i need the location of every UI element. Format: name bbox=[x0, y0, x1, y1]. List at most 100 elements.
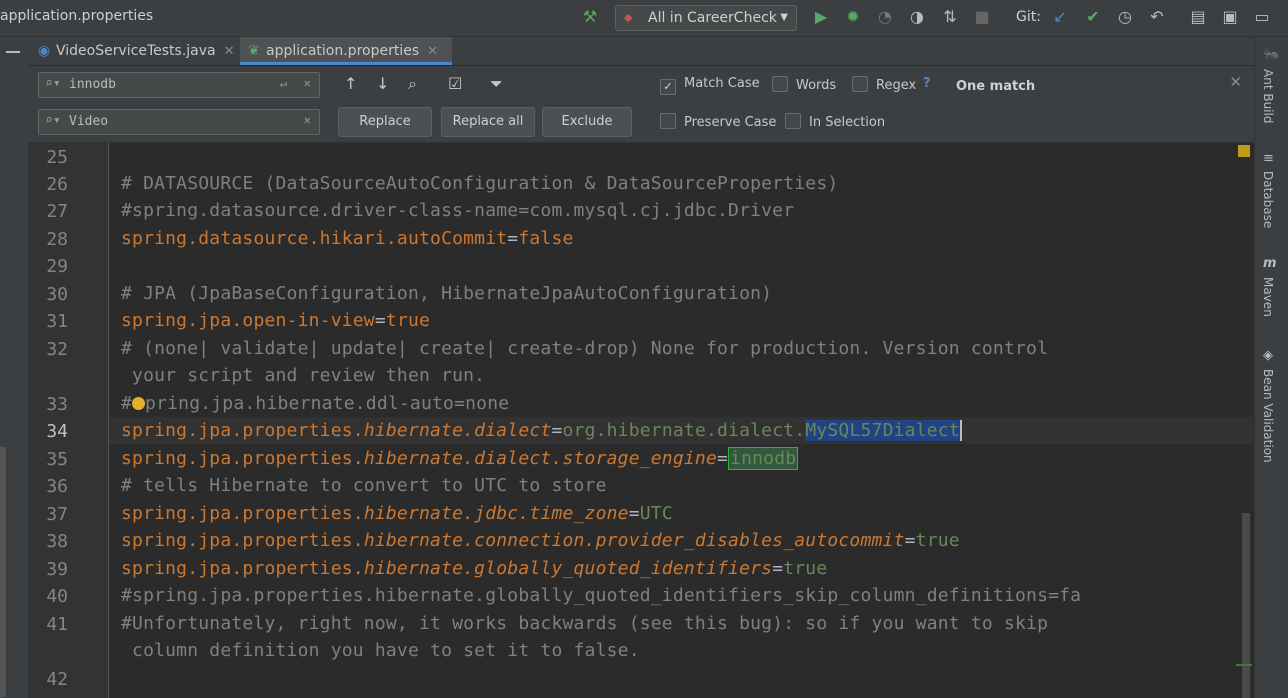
search-result-marker bbox=[1236, 664, 1252, 666]
scroll-indicator bbox=[0, 447, 6, 697]
clear-icon[interactable]: ✕ bbox=[304, 76, 311, 90]
main-toolbar: application.properties ⚒ ◆ All in Career… bbox=[0, 0, 1288, 37]
code-line: spring.datasource.hikari.autoCommit=fals… bbox=[121, 228, 574, 249]
close-icon[interactable]: ✕ bbox=[1229, 73, 1242, 91]
select-all-occurrences-icon[interactable]: ☑ bbox=[448, 74, 462, 93]
line-number: 41 bbox=[32, 614, 68, 635]
match-status: One match bbox=[956, 79, 1035, 94]
previous-occurrence-icon[interactable]: ↑ bbox=[344, 74, 357, 93]
search-icon: ⌕▾ bbox=[45, 76, 61, 91]
tab-label: VideoServiceTests.java bbox=[56, 43, 216, 59]
line-number: 38 bbox=[32, 531, 68, 552]
match-case-label: Match Case bbox=[684, 76, 760, 91]
code-line: #pring.jpa.hibernate.ddl-auto=none bbox=[121, 393, 509, 414]
line-number: 37 bbox=[32, 504, 68, 525]
tab-video-service-tests[interactable]: ◉VideoServiceTests.java ✕ bbox=[36, 37, 236, 65]
checkbox-icon bbox=[785, 113, 801, 129]
code-line-wrap: your script and review then run. bbox=[121, 365, 485, 386]
close-icon[interactable]: ✕ bbox=[224, 44, 235, 59]
next-occurrence-icon[interactable]: ↓ bbox=[376, 74, 389, 93]
regex-label: Regex bbox=[876, 78, 916, 93]
sdk-icon[interactable]: ▣ bbox=[1220, 7, 1240, 27]
build-icon[interactable]: ⇅ bbox=[940, 7, 960, 27]
collapse-icon[interactable] bbox=[6, 51, 20, 53]
clear-icon[interactable]: ✕ bbox=[304, 113, 311, 127]
bean-icon: ◈ bbox=[1263, 348, 1273, 363]
terminal-icon[interactable]: ▭ bbox=[1252, 7, 1272, 27]
selected-text: MySQL57Dialect bbox=[805, 420, 960, 441]
database-tool[interactable]: Database bbox=[1261, 171, 1275, 228]
coverage-icon[interactable]: ◔ bbox=[875, 7, 895, 27]
line-number: 28 bbox=[32, 229, 68, 250]
tab-application-properties[interactable]: ❦application.properties✕ bbox=[240, 37, 452, 65]
preserve-case-label: Preserve Case bbox=[684, 115, 776, 130]
checkbox-icon bbox=[772, 76, 788, 92]
regex-checkbox[interactable]: Regex bbox=[852, 76, 916, 93]
java-class-icon: ◉ bbox=[36, 37, 52, 65]
git-commit-icon[interactable]: ✔ bbox=[1083, 7, 1103, 27]
maven-icon: m bbox=[1263, 256, 1277, 271]
run-configuration-select[interactable]: ◆ All in CareerCheck ▼ bbox=[615, 5, 797, 31]
search-match: innodb bbox=[728, 447, 798, 470]
ant-build-tool[interactable]: Ant Build bbox=[1261, 69, 1275, 123]
project-structure-icon[interactable]: ▤ bbox=[1188, 7, 1208, 27]
close-icon[interactable]: ✕ bbox=[427, 44, 438, 59]
hammer-icon[interactable]: ⚒ bbox=[580, 7, 600, 27]
search-input[interactable]: ⌕▾ innodb ↵ ✕ bbox=[38, 72, 320, 98]
replace-value: Video bbox=[69, 114, 108, 129]
code-line-wrap: column definition you have to set it to … bbox=[121, 640, 640, 661]
stop-icon[interactable]: ■ bbox=[972, 7, 992, 27]
ant-icon: 🐜 bbox=[1263, 47, 1279, 62]
code-line: # DATASOURCE (DataSourceAutoConfiguratio… bbox=[121, 173, 838, 194]
code-line: # (none| validate| update| create| creat… bbox=[121, 338, 1048, 359]
lightbulb-icon[interactable] bbox=[132, 397, 145, 410]
vertical-scrollbar[interactable] bbox=[1242, 513, 1250, 698]
replace-button[interactable]: Replace bbox=[338, 107, 432, 137]
text-cursor bbox=[960, 420, 962, 441]
right-tool-strip: 🐜 Ant Build ≡ Database m Maven ◈ Bean Va… bbox=[1254, 37, 1288, 698]
replace-all-button[interactable]: Replace all bbox=[441, 107, 535, 137]
words-checkbox[interactable]: Words bbox=[772, 76, 836, 93]
find-all-icon[interactable]: ⌕ bbox=[408, 74, 417, 94]
code-line: #spring.jpa.properties.hibernate.globall… bbox=[121, 585, 1081, 606]
chevron-down-icon: ▼ bbox=[780, 6, 788, 30]
preserve-case-checkbox[interactable]: Preserve Case bbox=[660, 113, 776, 130]
run-config-label: All in CareerCheck bbox=[648, 6, 777, 30]
code-line: # tells Hibernate to convert to UTC to s… bbox=[121, 475, 607, 496]
git-label: Git: bbox=[1016, 9, 1041, 25]
code-line: #spring.datasource.driver-class-name=com… bbox=[121, 200, 794, 221]
debug-icon[interactable]: ✹ bbox=[843, 7, 863, 27]
checkbox-checked-icon: ✓ bbox=[660, 79, 676, 95]
code-line: # JPA (JpaBaseConfiguration, HibernateJp… bbox=[121, 283, 772, 304]
in-selection-checkbox[interactable]: In Selection bbox=[785, 113, 885, 130]
run-icon[interactable]: ▶ bbox=[811, 7, 831, 27]
line-number: 26 bbox=[32, 174, 68, 195]
replace-input[interactable]: ⌕▾ Video ✕ bbox=[38, 109, 320, 135]
window-title: application.properties bbox=[0, 8, 153, 24]
git-update-icon[interactable]: ↙ bbox=[1050, 7, 1070, 27]
line-number: 33 bbox=[32, 394, 68, 415]
line-number: 34 bbox=[32, 421, 68, 442]
code-editor[interactable]: 25 26 27 28 29 30 31 32 33 34 35 36 37 3… bbox=[28, 143, 1254, 698]
line-number: 35 bbox=[32, 449, 68, 470]
line-number: 39 bbox=[32, 559, 68, 580]
line-number: 36 bbox=[32, 476, 68, 497]
filter-icon[interactable]: ⏷ bbox=[490, 74, 503, 94]
database-icon: ≡ bbox=[1263, 151, 1274, 166]
tab-label: application.properties bbox=[266, 43, 419, 59]
regex-help-link[interactable]: ? bbox=[923, 76, 931, 91]
checkbox-icon bbox=[660, 113, 676, 129]
bean-validation-tool[interactable]: Bean Validation bbox=[1261, 369, 1275, 463]
code-line: spring.jpa.open-in-view=true bbox=[121, 310, 430, 331]
checkbox-icon bbox=[852, 76, 868, 92]
maven-tool[interactable]: Maven bbox=[1261, 277, 1275, 317]
warning-marker[interactable] bbox=[1238, 145, 1250, 157]
profile-icon[interactable]: ◑ bbox=[907, 7, 927, 27]
exclude-button[interactable]: Exclude bbox=[542, 107, 632, 137]
match-case-checkbox[interactable]: ✓ Match Case bbox=[660, 76, 760, 95]
revert-icon[interactable]: ↶ bbox=[1147, 7, 1167, 27]
line-number: 25 bbox=[32, 147, 68, 168]
history-icon[interactable]: ◷ bbox=[1115, 7, 1135, 27]
code-line: spring.jpa.properties.hibernate.dialect=… bbox=[121, 420, 962, 441]
left-tool-strip bbox=[0, 37, 29, 698]
